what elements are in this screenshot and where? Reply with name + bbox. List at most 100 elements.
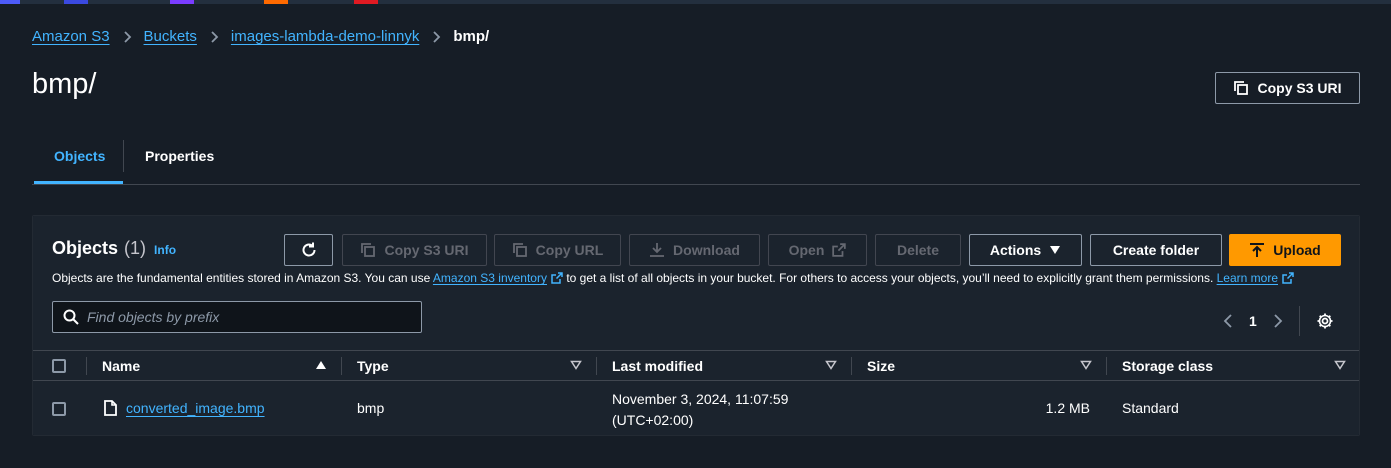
search-box: [52, 301, 422, 333]
open-button[interactable]: Open: [768, 234, 867, 266]
copy-url-label: Copy URL: [535, 242, 604, 258]
s3-inventory-label: Amazon S3 inventory: [432, 271, 547, 285]
tab-objects[interactable]: Objects: [34, 140, 123, 184]
copy-s3-uri-toolbar-button[interactable]: Copy S3 URI: [342, 234, 487, 266]
actions-dropdown[interactable]: Actions: [969, 234, 1082, 266]
column-label-last-modified: Last modified: [612, 358, 704, 374]
column-header-last-modified[interactable]: Last modified: [612, 351, 852, 381]
select-all-checkbox[interactable]: [52, 359, 66, 373]
column-header-size[interactable]: Size: [867, 351, 1107, 381]
delete-label: Delete: [896, 242, 940, 258]
object-type: bmp: [357, 400, 385, 416]
column-divider: [86, 357, 87, 375]
top-bar-segment: [64, 0, 88, 4]
last-modified-date: November 3, 2024, 11:07:59: [612, 391, 789, 407]
learn-more-link[interactable]: Learn more: [1217, 271, 1294, 285]
table-row: converted_image.bmp bmp November 3, 2024…: [33, 381, 1359, 435]
copy-icon: [361, 243, 376, 257]
tab-divider: [123, 140, 124, 172]
description-text-2: to get a list of all objects in your buc…: [562, 271, 1217, 285]
column-header-storage-class[interactable]: Storage class: [1122, 351, 1346, 381]
chevron-right-icon: [122, 30, 132, 43]
breadcrumb-link-buckets[interactable]: Buckets: [144, 28, 197, 45]
description-text-1: Objects are the fundamental entities sto…: [52, 271, 433, 285]
column-divider: [596, 357, 597, 375]
sort-ascending-icon: [316, 361, 326, 369]
open-label: Open: [788, 242, 825, 258]
column-header-name[interactable]: Name: [102, 351, 342, 381]
column-label-type: Type: [357, 358, 389, 374]
external-link-icon: [551, 272, 563, 284]
learn-more-label: Learn more: [1216, 271, 1278, 285]
sort-icon: [1334, 360, 1346, 370]
column-label-size: Size: [867, 358, 896, 374]
objects-panel-title: Objects (1) Info: [52, 238, 176, 259]
row-checkbox[interactable]: [52, 402, 66, 416]
object-storage-class: Standard: [1122, 400, 1179, 416]
object-last-modified: November 3, 2024, 11:07:59 (UTC+02:00): [612, 389, 788, 431]
upload-button[interactable]: Upload: [1229, 234, 1341, 266]
last-modified-timezone: (UTC+02:00): [612, 412, 694, 428]
table-header: Name Type Last modified Size Storage cla…: [33, 350, 1359, 381]
tabs: Objects Properties: [32, 140, 1360, 185]
breadcrumb: Amazon S3 Buckets images-lambda-demo-lin…: [32, 28, 489, 45]
object-name-link[interactable]: converted_image.bmp: [126, 400, 265, 416]
download-icon: [650, 243, 665, 257]
chevron-left-icon[interactable]: [1223, 314, 1233, 328]
caret-down-icon: [1050, 246, 1061, 254]
top-color-bar: [0, 0, 1391, 4]
sort-icon: [1080, 360, 1092, 370]
copy-s3-uri-label: Copy S3 URI: [1257, 80, 1342, 96]
object-size: 1.2 MB: [1045, 400, 1090, 416]
refresh-button[interactable]: [284, 234, 333, 266]
search-icon: [63, 309, 79, 325]
search-input[interactable]: [87, 309, 407, 325]
top-bar-segment: [264, 0, 288, 4]
column-label-storage-class: Storage class: [1122, 358, 1214, 374]
external-link-icon: [832, 243, 847, 257]
copy-s3-uri-toolbar-label: Copy S3 URI: [384, 242, 469, 258]
chevron-right-icon: [209, 30, 219, 43]
upload-label: Upload: [1273, 242, 1321, 258]
column-label-name: Name: [102, 358, 141, 374]
refresh-icon: [302, 242, 315, 257]
chevron-right-icon: [431, 30, 441, 43]
objects-title: Objects: [52, 238, 119, 258]
gear-icon[interactable]: [1316, 312, 1334, 330]
file-icon: [104, 400, 117, 416]
create-folder-button[interactable]: Create folder: [1090, 234, 1222, 266]
column-divider: [341, 357, 342, 375]
s3-inventory-link[interactable]: Amazon S3 inventory: [433, 271, 563, 285]
top-bar-segment: [354, 0, 378, 4]
page-title: bmp/: [32, 68, 97, 100]
current-page[interactable]: 1: [1249, 313, 1257, 329]
breadcrumb-current: bmp/: [453, 28, 490, 45]
breadcrumb-link-amazon-s3[interactable]: Amazon S3: [32, 28, 110, 45]
delete-button[interactable]: Delete: [875, 234, 961, 266]
column-divider: [1106, 357, 1107, 375]
column-header-type[interactable]: Type: [357, 351, 597, 381]
object-name-cell: converted_image.bmp: [126, 400, 265, 416]
download-button[interactable]: Download: [629, 234, 760, 266]
select-all-checkbox-cell: [52, 351, 66, 381]
objects-count: (1): [124, 238, 147, 258]
top-bar-segment: [0, 0, 20, 4]
actions-label: Actions: [989, 242, 1042, 258]
info-link[interactable]: Info: [154, 243, 176, 257]
breadcrumb-link-bucket[interactable]: images-lambda-demo-linnyk: [231, 28, 419, 45]
pager-divider: [1298, 306, 1300, 336]
copy-s3-uri-button[interactable]: Copy S3 URI: [1215, 72, 1360, 104]
copy-url-button[interactable]: Copy URL: [494, 234, 621, 266]
upload-icon: [1250, 243, 1265, 257]
create-folder-label: Create folder: [1112, 242, 1200, 258]
external-link-icon: [1282, 272, 1294, 284]
tab-properties[interactable]: Properties: [125, 140, 234, 184]
pagination: 1: [1223, 306, 1334, 336]
column-divider: [851, 357, 852, 375]
sort-icon: [570, 360, 582, 370]
objects-description: Objects are the fundamental entities sto…: [52, 271, 1294, 285]
copy-icon: [1234, 81, 1249, 95]
copy-icon: [512, 243, 527, 257]
top-bar-segment: [170, 0, 194, 4]
chevron-right-icon[interactable]: [1273, 314, 1283, 328]
